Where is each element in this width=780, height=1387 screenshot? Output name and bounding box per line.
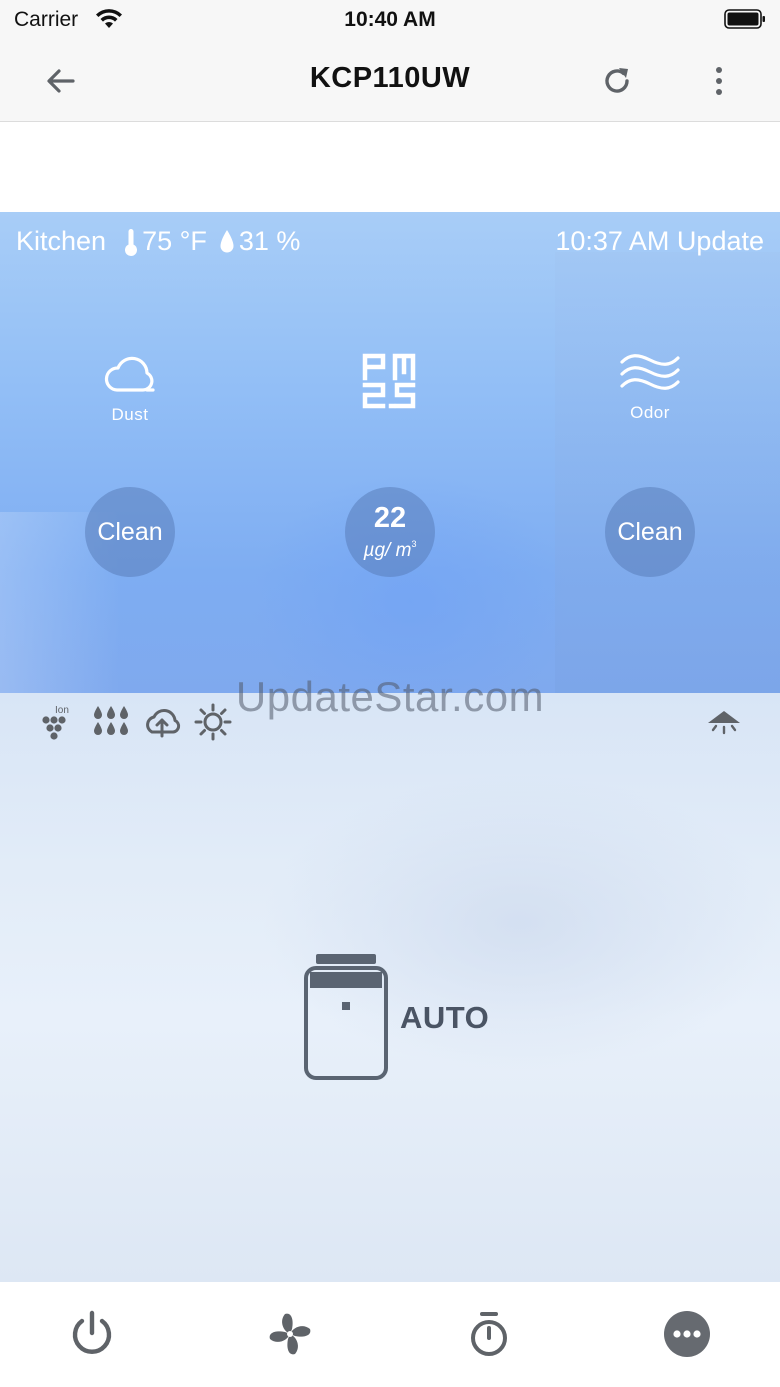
odor-label: Odor bbox=[630, 403, 670, 422]
humidity-drop-icon bbox=[220, 229, 234, 252]
power-button[interactable] bbox=[64, 1306, 120, 1362]
fan-speed-button[interactable] bbox=[262, 1306, 318, 1362]
ion-indicator: Ion bbox=[40, 702, 80, 742]
timer-button[interactable] bbox=[461, 1306, 517, 1362]
light-icon bbox=[708, 711, 740, 735]
mode-label: AUTO bbox=[400, 1000, 490, 1035]
air-quality-panel: Kitchen 75 °F 31 % 10:37 AM Update Dust bbox=[0, 212, 780, 693]
humidify-indicator bbox=[91, 702, 131, 742]
bottom-toolbar bbox=[0, 1282, 780, 1387]
battery-icon bbox=[724, 9, 765, 29]
room-info: Kitchen 75 °F 31 % bbox=[16, 226, 300, 257]
cloud-sync-icon bbox=[146, 709, 181, 738]
pm25-reading: 22 µg/ m3 bbox=[345, 487, 435, 577]
sun-indicator bbox=[193, 702, 233, 742]
refresh-icon bbox=[605, 68, 629, 93]
dust-cloud-icon bbox=[104, 356, 155, 392]
navigation-bar: KCP110UW bbox=[0, 40, 780, 122]
status-bar: Carrier 10:40 AM bbox=[0, 0, 780, 40]
more-vertical-icon bbox=[716, 67, 722, 95]
temperature-value: 75 °F bbox=[142, 226, 207, 256]
dust-reading: Clean bbox=[85, 487, 175, 577]
thermometer-icon bbox=[125, 228, 138, 256]
timer-icon bbox=[471, 1312, 507, 1356]
odor-waves-icon bbox=[620, 354, 680, 390]
room-name: Kitchen bbox=[16, 226, 107, 256]
dust-label: Dust bbox=[111, 405, 149, 424]
power-icon bbox=[72, 1310, 112, 1354]
refresh-button[interactable] bbox=[594, 58, 640, 104]
dust-value: Clean bbox=[97, 517, 163, 546]
air-purifier-device-icon bbox=[304, 954, 388, 1080]
device-status-area bbox=[0, 693, 780, 1282]
page-title: KCP110UW bbox=[309, 62, 471, 94]
sun-icon bbox=[194, 703, 232, 741]
panel-shade bbox=[555, 252, 780, 693]
svg-text:Ion: Ion bbox=[55, 705, 69, 716]
active-mode-icons: Ion bbox=[40, 702, 244, 742]
humidify-drops-icon bbox=[94, 706, 128, 735]
more-button[interactable] bbox=[659, 1306, 715, 1362]
cloud-sync-indicator bbox=[142, 702, 182, 742]
status-time: 10:40 AM bbox=[344, 8, 436, 31]
pm25-value: 22 bbox=[373, 501, 407, 534]
ion-icon: Ion bbox=[42, 705, 69, 740]
odor-reading: Clean bbox=[605, 487, 695, 577]
dust-sensor: Dust bbox=[60, 350, 200, 425]
humidity-value: 31 % bbox=[238, 226, 301, 256]
odor-value: Clean bbox=[617, 517, 683, 546]
more-icon bbox=[664, 1311, 710, 1357]
pm25-sensor bbox=[320, 352, 460, 415]
more-options-button[interactable] bbox=[696, 58, 742, 104]
last-update: 10:37 AM Update bbox=[555, 226, 764, 256]
pm25-icon bbox=[362, 353, 416, 409]
odor-sensor: Odor bbox=[580, 352, 720, 423]
pm25-unit: µg/ m3 bbox=[363, 538, 417, 561]
fan-icon bbox=[269, 1313, 311, 1355]
